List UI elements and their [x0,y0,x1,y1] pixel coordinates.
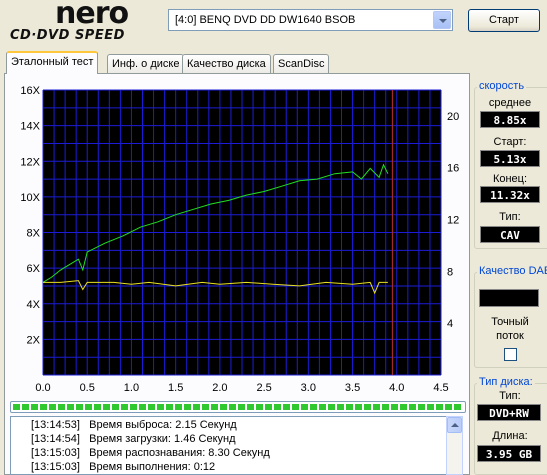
disc-type-value: DVD+RW [477,404,541,421]
x-tick: 3.0 [301,382,316,394]
x-tick: 4.0 [389,382,404,394]
chevron-down-icon[interactable] [433,11,451,29]
dae-quality-group: Качество DAE Точный поток [474,265,547,368]
chart-svg: 2X 4X 6X 8X 10X 12X 14X 16X 4 8 12 16 20 0.0 0.5 1.0 1.5… [20,85,459,394]
y-tick-right: 20 [447,111,459,123]
y-tick-left: 16X [20,85,40,97]
benchmark-chart: 2X 4X 6X 8X 10X 12X 14X 16X 4 8 12 16 20 0.0 0.5 1.0 1.5… [10,80,468,398]
y-tick-left: 10X [20,192,40,204]
accurate-stream-label-1: Точный [491,316,529,328]
y-tick-right: 8 [447,266,453,278]
start-button[interactable]: Старт [468,9,540,32]
scroll-up-icon[interactable] [447,417,462,433]
y-tick-right: 12 [447,215,459,227]
log-line: [13:14:53] Время выброса: 2.15 Секунд [31,419,237,431]
log-scrollbar[interactable] [446,416,463,475]
avg-value: 8.85x [480,111,540,128]
y-tick-right: 16 [447,163,459,175]
avg-label: среднее [488,97,532,109]
start-speed-value: 5.13x [480,150,540,167]
x-tick: 0.5 [80,382,95,394]
tab-disc-quality[interactable]: Качество диска [182,54,271,73]
x-tick: 1.0 [124,382,139,394]
start-speed-label: Старт: [493,136,527,148]
y-tick-left: 4X [27,299,41,311]
speed-group: скорость среднее 8.85x Старт: 5.13x Коне… [474,80,547,249]
nero-logo: nero CD·DVD SPEED [8,0,158,46]
y-tick-right: 4 [447,318,453,330]
disc-type-label: Тип: [499,390,521,402]
speed-type-value: CAV [480,226,540,243]
logo-wordmark: nero [55,0,129,31]
x-tick: 4.5 [433,382,448,394]
y-tick-left: 2X [27,334,41,346]
tab-benchmark[interactable]: Эталонный тест [6,51,99,74]
x-tick: 2.0 [212,382,227,394]
speed-group-title: скорость [477,80,527,92]
accurate-stream-label-2: поток [496,330,524,342]
y-tick-left: 8X [27,228,41,240]
log-line: [13:15:03] Время распознавания: 8.30 Сек… [31,447,270,459]
end-speed-label: Конец: [492,173,528,185]
x-tick: 3.5 [345,382,360,394]
logo-subtitle: CD·DVD SPEED [10,28,125,43]
x-tick: 2.5 [256,382,271,394]
disc-type-group: Тип диска: Тип: DVD+RW Длина: 3.95 GB [474,376,547,475]
log-line: [13:15:03] Время выполнения: 0:12 [31,461,216,473]
y-tick-left: 14X [20,121,40,133]
log-line: [13:14:54] Время загрузки: 1.46 Секунд [31,433,236,445]
dae-group-title: Качество DAE [477,265,547,277]
progress-bar [10,401,466,413]
x-tick: 1.5 [168,382,183,394]
drive-select-value: [4:0] BENQ DVD DD DW1640 BSOB [175,14,356,26]
tab-disc-info[interactable]: Инф. о диске [107,54,185,73]
accurate-stream-checkbox[interactable] [504,348,517,361]
end-speed-value: 11.32x [480,186,540,203]
y-tick-left: 12X [20,156,40,168]
x-tick: 0.0 [35,382,50,394]
drive-select[interactable]: [4:0] BENQ DVD DD DW1640 BSOB [168,9,453,31]
tab-scandisc[interactable]: ScanDisc [273,54,330,73]
dae-value [479,289,539,307]
speed-type-label: Тип: [499,211,521,223]
disc-length-label: Длина: [492,430,528,442]
y-tick-left: 6X [27,263,41,275]
log-list[interactable]: [13:14:53] Время выброса: 2.15 Секунд [1… [10,416,456,475]
disc-length-value: 3.95 GB [477,445,541,462]
progress-fill [13,404,461,410]
disc-group-title: Тип диска: [477,376,535,388]
